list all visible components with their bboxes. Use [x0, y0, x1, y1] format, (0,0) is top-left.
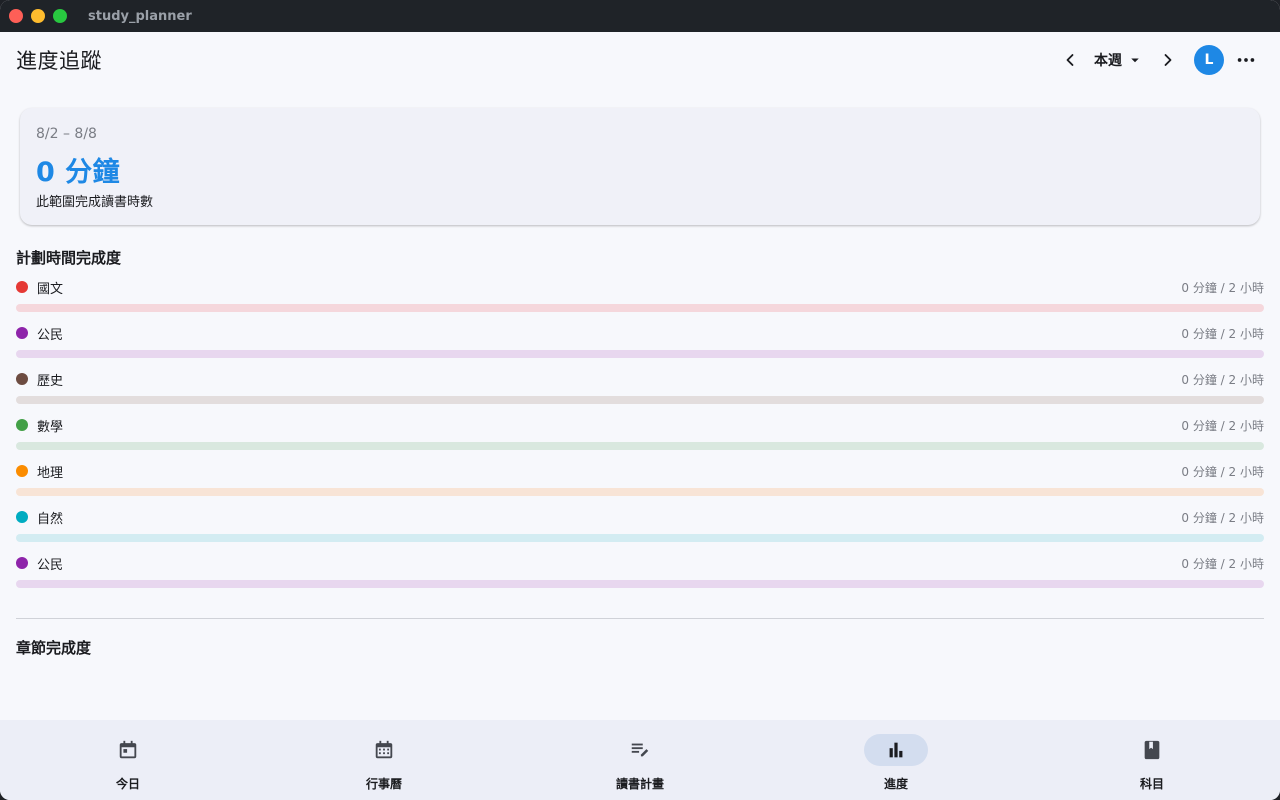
calendar-today-icon: [119, 740, 137, 759]
app-window: study_planner 進度追蹤 本週 L 8/2 – 8/8 0 分鐘 此…: [0, 0, 1280, 800]
progress-label: 0 分鐘 / 2 小時: [1181, 510, 1264, 525]
progress-item: 公民 0 分鐘 / 2 小時: [16, 322, 1264, 368]
progress-bar: [16, 534, 1264, 542]
previous-range-button[interactable]: [1052, 42, 1088, 78]
subject-name: 公民: [37, 327, 64, 343]
subject-color-dot: [16, 373, 28, 385]
progress-item: 地理 0 分鐘 / 2 小時: [16, 460, 1264, 506]
nav-label: 今日: [115, 777, 140, 791]
subject-color-dot: [16, 465, 28, 477]
nav-item-calendar[interactable]: 行事曆: [256, 720, 512, 800]
close-window-button[interactable]: [9, 9, 23, 23]
nav-item-today[interactable]: 今日: [0, 720, 256, 800]
nav-item-progress[interactable]: 進度: [768, 720, 1024, 800]
app-bar: 進度追蹤 本週 L: [0, 32, 1280, 88]
nav-item-study-plan[interactable]: 讀書計畫: [512, 720, 768, 800]
progress-bar: [16, 488, 1264, 496]
bottom-navigation: 今日 行事曆 讀書計畫 進度 科目: [0, 720, 1280, 800]
progress-bar: [16, 304, 1264, 312]
title-bar: study_planner: [0, 0, 1280, 32]
subject-color-dot: [16, 557, 28, 569]
subject-name: 國文: [37, 281, 64, 297]
progress-bar: [16, 580, 1264, 588]
subject-name: 數學: [37, 419, 64, 435]
window-controls: [9, 9, 67, 23]
progress-label: 0 分鐘 / 2 小時: [1181, 326, 1264, 341]
summary-total-time: 0 分鐘: [36, 157, 121, 188]
progress-label: 0 分鐘 / 2 小時: [1181, 556, 1264, 571]
nav-label: 讀書計畫: [615, 777, 664, 791]
nav-icon-wrap: [352, 734, 416, 766]
subject-name: 自然: [37, 511, 64, 527]
nav-item-subjects[interactable]: 科目: [1024, 720, 1280, 800]
nav-icon-wrap: [608, 734, 672, 766]
progress-item: 國文 0 分鐘 / 2 小時: [16, 276, 1264, 322]
plan-progress-list: 國文 0 分鐘 / 2 小時 公民 0 分鐘 / 2 小時 歷史 0 分鐘 / …: [16, 276, 1264, 598]
plan-completion-title: 計劃時間完成度: [16, 249, 122, 267]
subject-color-dot: [16, 511, 28, 523]
progress-bar: [16, 396, 1264, 404]
subject-name: 地理: [37, 465, 64, 481]
summary-range: 8/2 – 8/8: [36, 126, 97, 142]
caret-down-icon: [1131, 58, 1139, 63]
minimize-window-button[interactable]: [31, 9, 45, 23]
progress-label: 0 分鐘 / 2 小時: [1181, 418, 1264, 433]
subject-name: 公民: [37, 557, 64, 573]
avatar[interactable]: L: [1194, 45, 1224, 75]
next-range-button[interactable]: [1150, 42, 1186, 78]
progress-content: 8/2 – 8/8 0 分鐘 此範圍完成讀書時數 計劃時間完成度 國文 0 分鐘…: [16, 88, 1264, 658]
summary-caption: 此範圍完成讀書時數: [36, 195, 154, 210]
progress-item: 公民 0 分鐘 / 2 小時: [16, 552, 1264, 598]
section-divider: [16, 618, 1264, 619]
maximize-window-button[interactable]: [53, 9, 67, 23]
more-options-button[interactable]: [1228, 42, 1264, 78]
page-title: 進度追蹤: [16, 49, 102, 73]
range-select[interactable]: 本週: [1088, 42, 1150, 78]
window-title: study_planner: [88, 8, 192, 24]
appbar-actions: 本週 L: [1052, 32, 1264, 88]
calendar-month-icon: [375, 740, 393, 759]
nav-icon-wrap: [1120, 734, 1184, 766]
bar-chart-icon: [889, 742, 903, 758]
subject-color-dot: [16, 327, 28, 339]
nav-label: 進度: [883, 777, 908, 791]
progress-item: 數學 0 分鐘 / 2 小時: [16, 414, 1264, 460]
more-horizontal-icon: [1237, 58, 1255, 62]
progress-item: 自然 0 分鐘 / 2 小時: [16, 506, 1264, 552]
chevron-left-icon: [1066, 54, 1074, 66]
subject-color-dot: [16, 281, 28, 293]
subject-color-dot: [16, 419, 28, 431]
subject-name: 歷史: [37, 373, 64, 389]
progress-bar: [16, 442, 1264, 450]
progress-bar: [16, 350, 1264, 358]
range-select-label: 本週: [1094, 53, 1122, 69]
nav-label: 科目: [1139, 777, 1164, 791]
chapter-completion-title: 章節完成度: [16, 639, 92, 657]
book-icon: [1144, 740, 1160, 760]
nav-label: 行事曆: [365, 777, 402, 791]
nav-icon-wrap: [864, 734, 928, 766]
nav-icon-wrap: [96, 734, 160, 766]
progress-label: 0 分鐘 / 2 小時: [1181, 464, 1264, 479]
progress-label: 0 分鐘 / 2 小時: [1181, 280, 1264, 295]
progress-label: 0 分鐘 / 2 小時: [1181, 372, 1264, 387]
summary-card: 8/2 – 8/8 0 分鐘 此範圍完成讀書時數: [20, 108, 1260, 225]
chevron-right-icon: [1164, 54, 1172, 66]
edit-note-icon: [631, 743, 649, 757]
progress-item: 歷史 0 分鐘 / 2 小時: [16, 368, 1264, 414]
